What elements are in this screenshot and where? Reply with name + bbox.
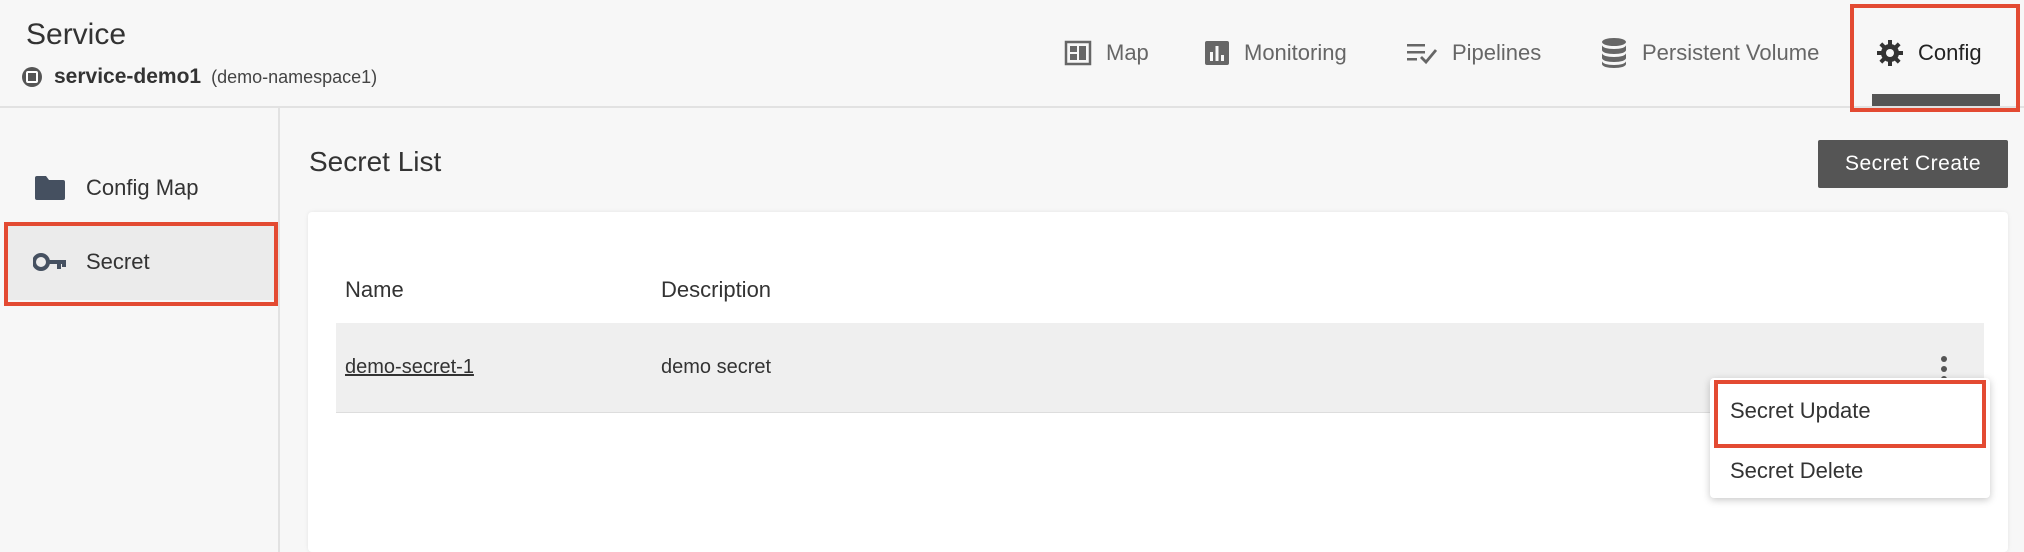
service-namespace: (demo-namespace1) [211, 66, 378, 87]
tab-persistent-volume-label: Persistent Volume [1642, 40, 1820, 65]
database-icon [1600, 37, 1628, 69]
tab-config-label: Config [1918, 40, 1982, 65]
page-title: Service [26, 18, 127, 51]
active-tab-indicator [1872, 94, 2000, 106]
tab-pipelines-label: Pipelines [1452, 40, 1542, 65]
menu-item-secret-update[interactable]: Secret Update [1730, 398, 1871, 424]
column-header-description: Description [661, 277, 772, 302]
tab-map[interactable]: Map [1064, 0, 1149, 106]
secret-create-button[interactable]: Secret Create [1818, 140, 2008, 188]
service-icon [22, 67, 42, 87]
tab-config[interactable]: Config [1876, 0, 1982, 106]
column-header-name: Name [345, 277, 404, 302]
dashboard-icon [1064, 40, 1092, 66]
secret-description: demo secret [661, 356, 772, 378]
sidebar-item-label: Secret [86, 249, 150, 274]
tab-monitoring[interactable]: Monitoring [1204, 0, 1347, 106]
secret-name-link[interactable]: demo-secret-1 [345, 356, 474, 379]
sidebar-item-secret[interactable]: Secret [8, 224, 276, 300]
sidebar-item-config-map[interactable]: Config Map [8, 150, 276, 226]
key-icon [32, 252, 68, 272]
service-name: service-demo1 [54, 65, 202, 88]
tab-pipelines[interactable]: Pipelines [1406, 0, 1541, 106]
bar-chart-icon [1204, 40, 1230, 66]
folder-icon [32, 175, 68, 201]
service-info: service-demo1 (demo-namespace1) [22, 65, 377, 89]
tab-monitoring-label: Monitoring [1244, 40, 1347, 65]
tab-map-label: Map [1106, 40, 1149, 65]
list-title: Secret List [309, 146, 442, 177]
row-context-menu: Secret Update Secret Delete [1710, 378, 1990, 498]
tab-persistent-volume[interactable]: Persistent Volume [1600, 0, 1819, 106]
gear-icon [1876, 39, 1904, 67]
page-header: Service service-demo1 (demo-namespace1) … [0, 0, 2024, 108]
checklist-icon [1406, 41, 1438, 65]
menu-item-secret-delete[interactable]: Secret Delete [1730, 458, 1863, 484]
sidebar-item-label: Config Map [86, 175, 199, 200]
